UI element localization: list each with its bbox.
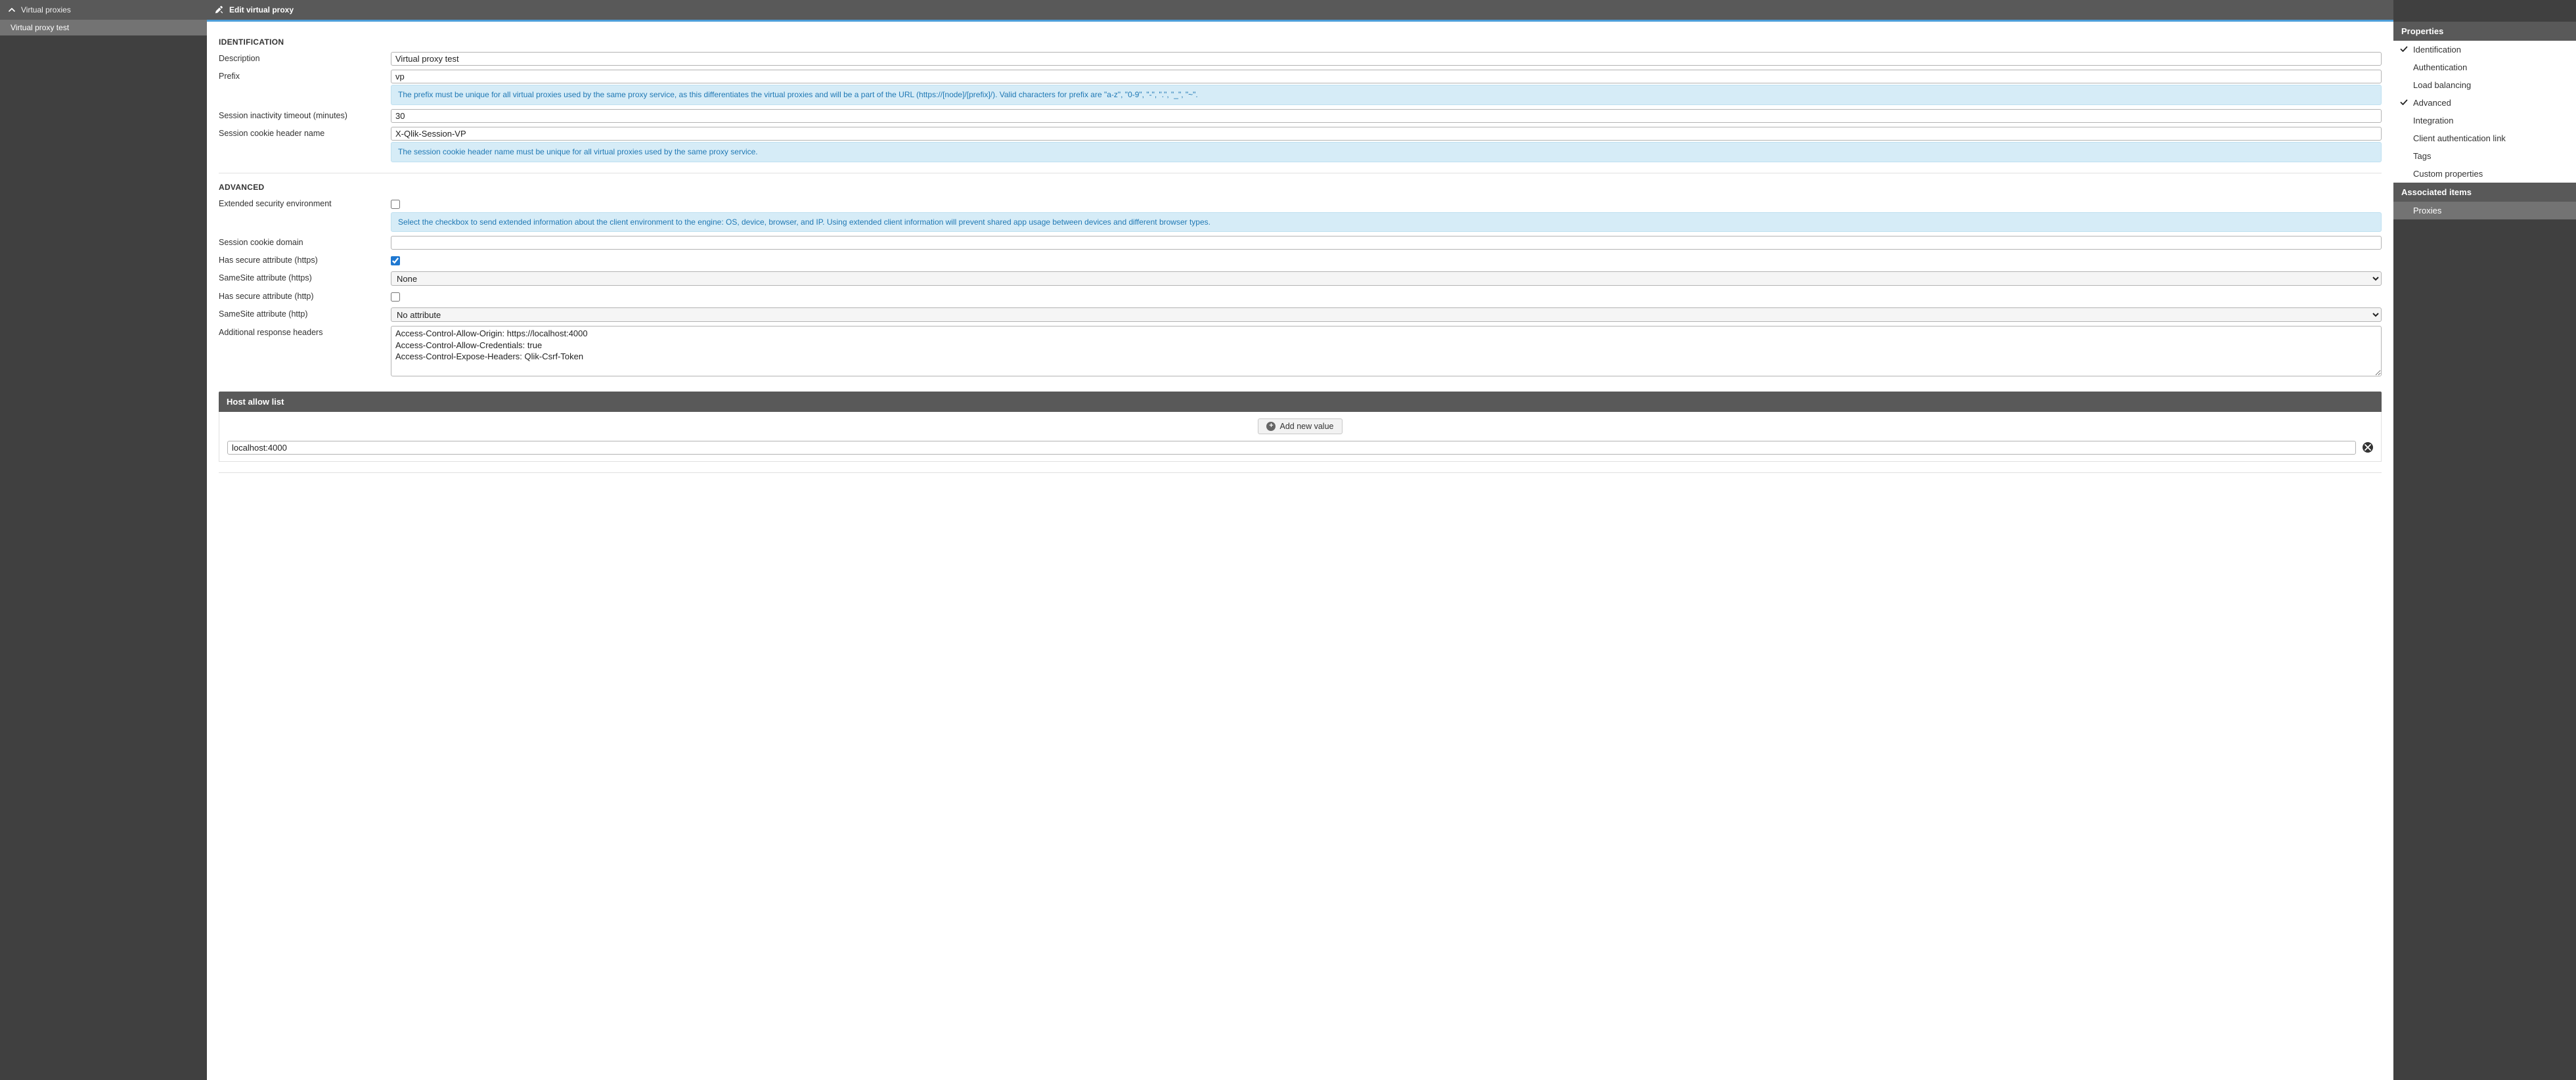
nav-item-advanced[interactable]: Advanced: [2393, 94, 2576, 112]
nav-item-label: Advanced: [2413, 98, 2451, 108]
nav-item-client-authentication-link[interactable]: Client authentication link: [2393, 129, 2576, 147]
host-allow-body: + Add new value: [219, 412, 2382, 462]
label-cookie-domain: Session cookie domain: [219, 236, 391, 247]
input-timeout[interactable]: [391, 109, 2382, 123]
left-sidebar: Virtual proxies Virtual proxy test: [0, 0, 207, 1080]
right-sidebar: Properties Identification Authentication L…: [2393, 0, 2576, 1080]
label-cookie: Session cookie header name: [219, 127, 391, 138]
associated-list: Proxies: [2393, 202, 2576, 219]
nav-item-label: Client authentication link: [2413, 133, 2506, 143]
textarea-headers[interactable]: [391, 326, 2382, 376]
input-allow-entry[interactable]: [227, 441, 2356, 455]
nav-item-label: Custom properties: [2413, 169, 2483, 179]
allow-entry: [227, 441, 2373, 455]
section-identification: IDENTIFICATION: [219, 37, 2382, 47]
nav-item-integration[interactable]: Integration: [2393, 112, 2576, 129]
label-samesite-https: SameSite attribute (https): [219, 271, 391, 282]
tools-icon: [215, 5, 224, 14]
checkbox-secure-http[interactable]: [391, 292, 400, 302]
sidebar-item-label: Virtual proxy test: [11, 23, 69, 32]
select-samesite-https[interactable]: No attributeNoneLaxStrict: [391, 271, 2382, 286]
nav-item-label: Identification: [2413, 45, 2461, 55]
sidebar-header[interactable]: Virtual proxies: [0, 0, 207, 20]
section-advanced: ADVANCED: [219, 183, 2382, 192]
label-secure-http: Has secure attribute (http): [219, 290, 391, 301]
nav-item-identification[interactable]: Identification: [2393, 41, 2576, 58]
nav-item-custom-properties[interactable]: Custom properties: [2393, 165, 2576, 183]
add-value-button[interactable]: + Add new value: [1258, 418, 1342, 434]
label-description: Description: [219, 52, 391, 63]
chevron-up-icon: [8, 6, 16, 14]
host-allow-header: Host allow list: [219, 392, 2382, 412]
nav-item-tags[interactable]: Tags: [2393, 147, 2576, 165]
input-prefix[interactable]: [391, 70, 2382, 83]
nav-item-authentication[interactable]: Authentication: [2393, 58, 2576, 76]
main-panel: Edit virtual proxy IDENTIFICATION Descri…: [207, 0, 2393, 1080]
label-secure-https: Has secure attribute (https): [219, 254, 391, 265]
checkbox-secure-https[interactable]: [391, 256, 400, 265]
check-icon: [2400, 99, 2408, 108]
page-title: Edit virtual proxy: [229, 5, 294, 14]
form-body: IDENTIFICATION Description Prefix The pr…: [207, 22, 2393, 1080]
nav-item-label: Tags: [2413, 151, 2431, 161]
close-icon: [2365, 444, 2371, 451]
info-cookie: The session cookie header name must be u…: [391, 142, 2382, 162]
label-samesite-http: SameSite attribute (http): [219, 307, 391, 319]
properties-header: Properties: [2393, 22, 2576, 41]
label-extsec: Extended security environment: [219, 197, 391, 208]
label-timeout: Session inactivity timeout (minutes): [219, 109, 391, 120]
label-prefix: Prefix: [219, 70, 391, 81]
checkbox-extsec[interactable]: [391, 200, 400, 209]
nav-item-label: Integration: [2413, 116, 2453, 125]
nav-item-label: Authentication: [2413, 62, 2467, 72]
properties-list: Identification Authentication Load balanci…: [2393, 41, 2576, 183]
sidebar-title: Virtual proxies: [21, 5, 71, 14]
plus-icon: +: [1266, 422, 1276, 431]
input-description[interactable]: [391, 52, 2382, 66]
input-cookie[interactable]: [391, 127, 2382, 141]
select-samesite-http[interactable]: No attributeNoneLaxStrict: [391, 307, 2382, 322]
associated-header: Associated items: [2393, 183, 2576, 202]
nav-item-load-balancing[interactable]: Load balancing: [2393, 76, 2576, 94]
info-extsec: Select the checkbox to send extended inf…: [391, 212, 2382, 233]
sidebar-item-virtual-proxy[interactable]: Virtual proxy test: [0, 20, 207, 35]
check-icon: [2400, 45, 2408, 55]
add-value-label: Add new value: [1279, 422, 1333, 431]
associated-item-proxies[interactable]: Proxies: [2393, 202, 2576, 219]
main-header: Edit virtual proxy: [207, 0, 2393, 20]
input-cookie-domain[interactable]: [391, 236, 2382, 250]
info-prefix: The prefix must be unique for all virtua…: [391, 85, 2382, 105]
label-headers: Additional response headers: [219, 326, 391, 337]
remove-entry-button[interactable]: [2363, 442, 2373, 453]
nav-item-label: Load balancing: [2413, 80, 2471, 90]
separator: [219, 472, 2382, 473]
